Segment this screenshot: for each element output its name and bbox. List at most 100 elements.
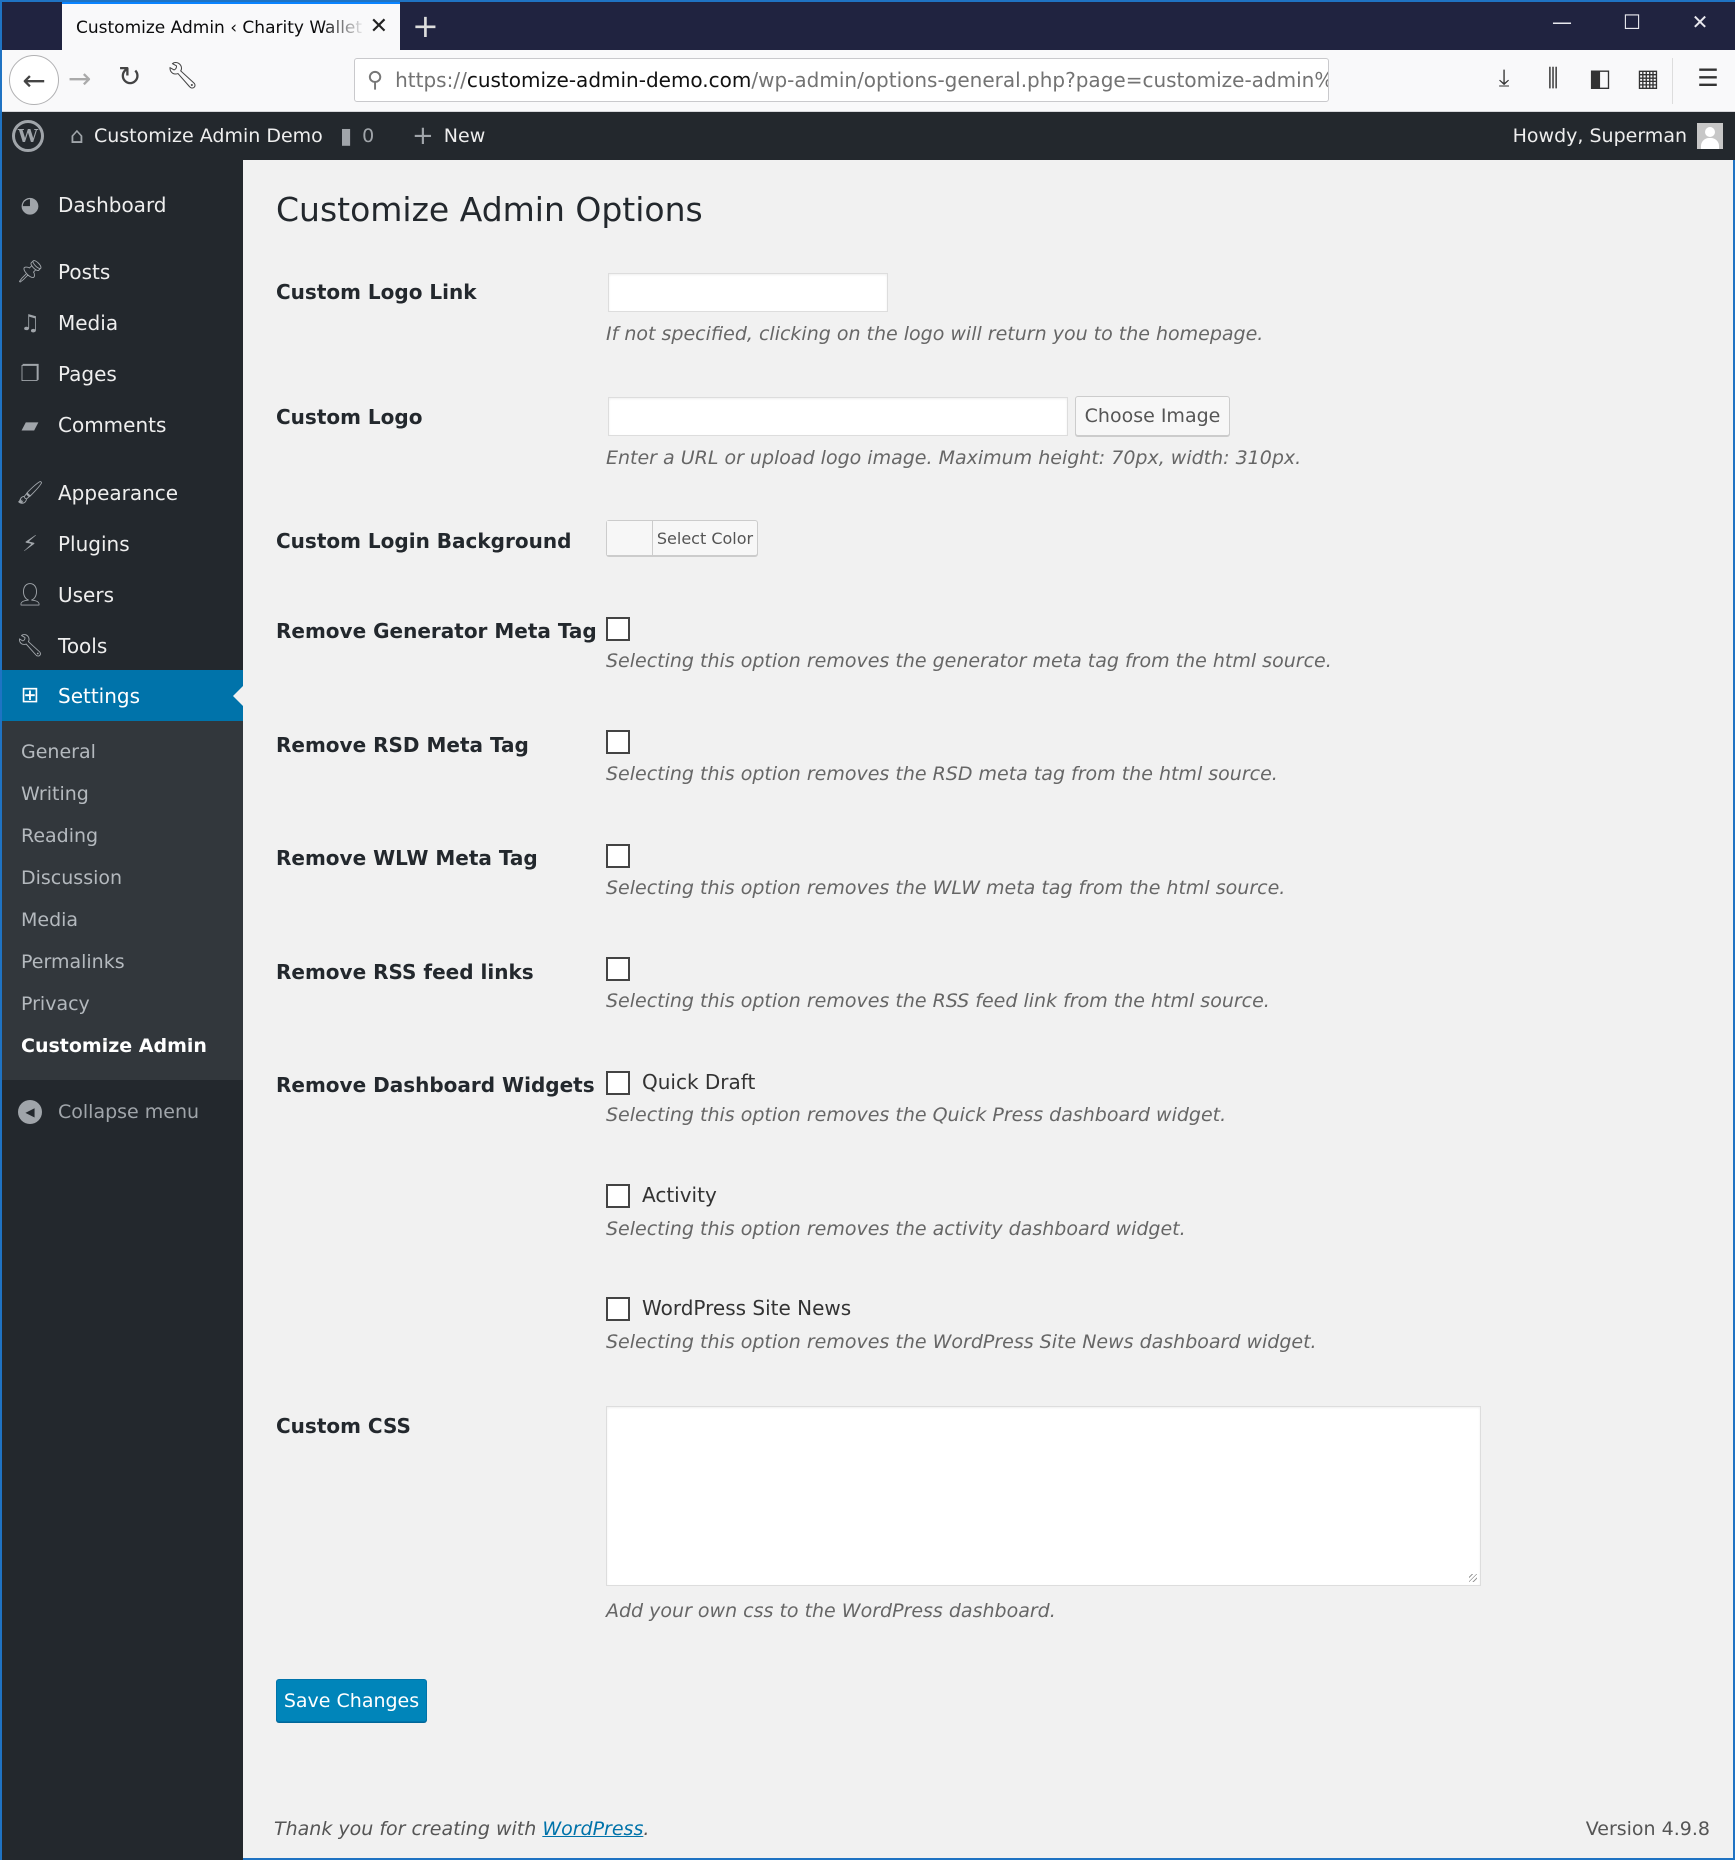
collapse-icon: ◀ (18, 1100, 42, 1124)
arrow-right-icon: → (68, 62, 92, 95)
tools-button[interactable]: 🔧︎ (166, 61, 199, 91)
settings-submenu: General Writing Reading Discussion Media… (2, 721, 243, 1080)
wordpress-link[interactable]: WordPress (542, 1818, 643, 1840)
activity-label[interactable]: Activity (642, 1183, 717, 1207)
wlw-label: Remove WLW Meta Tag (276, 846, 538, 870)
version-text: Version 4.9.8 (1585, 1818, 1710, 1840)
plus-icon: + (412, 121, 434, 151)
collapse-label: Collapse menu (58, 1101, 200, 1123)
quick-draft-checkbox[interactable] (606, 1071, 630, 1095)
avatar (1697, 123, 1723, 149)
maximize-button[interactable]: ☐ (1602, 10, 1662, 34)
dashboard-widgets-label: Remove Dashboard Widgets (276, 1073, 595, 1097)
forward-button[interactable]: → (68, 62, 91, 95)
sidebar-item-label: Settings (58, 683, 141, 708)
admin-sidebar: ◕ Dashboard 📌︎ Posts ♫ Media ❐ Pages ▰ C… (2, 160, 243, 1860)
new-tab-button[interactable]: + (412, 8, 439, 44)
sidebar-item-label: Pages (58, 362, 117, 386)
site-news-label[interactable]: WordPress Site News (642, 1296, 851, 1320)
url-bar[interactable]: ⚲ https://customize-admin-demo.com/wp-ad… (354, 58, 1329, 102)
sidebar-item-plugins[interactable]: ⚡︎ Plugins (2, 520, 243, 568)
sidebar-item-appearance[interactable]: 🖌︎ Appearance (2, 469, 243, 517)
sidebar-item-label: Appearance (58, 481, 179, 505)
new-content-link[interactable]: + New (412, 112, 485, 160)
submenu-item-writing[interactable]: Writing (21, 783, 89, 805)
custom-css-description: Add your own css to the WordPress dashbo… (606, 1600, 1056, 1622)
sidebar-item-label: Tools (58, 634, 108, 658)
generator-label: Remove Generator Meta Tag (276, 619, 597, 643)
wrench-icon: 🔧︎ (166, 61, 200, 91)
collapse-menu-button[interactable]: ◀ Collapse menu (2, 1090, 243, 1134)
rss-description: Selecting this option removes the RSS fe… (606, 990, 1270, 1012)
quick-draft-description: Selecting this option removes the Quick … (606, 1104, 1227, 1126)
close-window-button[interactable]: ✕ (1670, 10, 1730, 34)
sidebar-item-label: Dashboard (58, 193, 167, 217)
sidebar-item-posts[interactable]: 📌︎ Posts (2, 248, 243, 296)
download-icon[interactable]: ⤓ (1487, 64, 1521, 92)
submenu-item-general[interactable]: General (21, 741, 96, 763)
comment-icon: ▰ (21, 412, 39, 438)
activity-checkbox[interactable] (606, 1184, 630, 1208)
submenu-item-media[interactable]: Media (21, 909, 78, 931)
sidebar-item-label: Media (58, 311, 119, 335)
generator-checkbox[interactable] (606, 617, 630, 641)
submenu-item-discussion[interactable]: Discussion (21, 867, 122, 889)
select-color-label: Select Color (656, 528, 754, 548)
sidebar-item-settings[interactable]: ⊞ Settings (2, 670, 243, 721)
sidebar-item-users[interactable]: 👤︎ Users (2, 571, 243, 619)
save-changes-button[interactable]: Save Changes (276, 1679, 427, 1722)
submenu-item-privacy[interactable]: Privacy (21, 993, 90, 1015)
user-icon: 👤︎ (16, 582, 44, 608)
wp-logo-menu[interactable]: W (12, 112, 44, 160)
custom-css-textarea[interactable] (606, 1406, 1481, 1586)
sidebar-item-tools[interactable]: 🔧︎ Tools (2, 622, 243, 670)
page-title: Customize Admin Options (276, 190, 703, 229)
submenu-item-customize-admin[interactable]: Customize Admin (21, 1035, 207, 1057)
sidebar-item-pages[interactable]: ❐ Pages (2, 350, 243, 398)
sidebar-item-dashboard[interactable]: ◕ Dashboard (2, 181, 243, 229)
minimize-button[interactable]: — (1532, 10, 1592, 34)
submenu-item-permalinks[interactable]: Permalinks (21, 951, 125, 973)
resize-handle-icon[interactable] (1469, 1574, 1477, 1582)
rss-checkbox[interactable] (606, 957, 630, 981)
extensions-icon[interactable]: ▦ (1631, 64, 1665, 92)
comment-icon: ▮ (340, 123, 353, 149)
search-icon: ⚲ (367, 67, 384, 93)
hamburger-menu-icon[interactable]: ☰ (1691, 64, 1725, 92)
logo-url-input[interactable] (608, 397, 1068, 436)
rsd-label: Remove RSD Meta Tag (276, 733, 529, 757)
logo-link-input[interactable] (608, 273, 888, 312)
site-news-checkbox[interactable] (606, 1297, 630, 1321)
sidebar-item-label: Posts (58, 260, 111, 284)
sidebar-item-comments[interactable]: ▰ Comments (2, 401, 243, 449)
sidebar-item-media[interactable]: ♫ Media (2, 299, 243, 347)
main-content: Customize Admin Options Custom Logo Link… (243, 160, 1735, 1858)
select-color-button[interactable]: Select Color (606, 520, 758, 556)
site-name-link[interactable]: ⌂ Customize Admin Demo (70, 112, 323, 160)
new-label: New (443, 125, 486, 147)
generator-description: Selecting this option removes the genera… (606, 650, 1332, 672)
submenu-item-reading[interactable]: Reading (21, 825, 98, 847)
quick-draft-label[interactable]: Quick Draft (642, 1070, 755, 1094)
sidebar-toggle-icon[interactable]: ◧ (1583, 64, 1617, 92)
comments-link[interactable]: ▮ 0 (340, 112, 374, 160)
logo-link-description: If not specified, clicking on the logo w… (606, 323, 1264, 345)
close-tab-icon[interactable]: ✕ (370, 16, 388, 38)
toolbar-divider (1672, 58, 1673, 104)
title-bar: Customize Admin ‹ Charity Wallet — WordP… (2, 0, 1735, 52)
sidebar-item-label: Comments (58, 413, 167, 437)
url-path: /wp-admin/options-general.php?page=custo… (751, 68, 1329, 92)
rsd-checkbox[interactable] (606, 730, 630, 754)
library-icon[interactable]: ⫼ (1536, 64, 1570, 92)
wlw-checkbox[interactable] (606, 844, 630, 868)
back-button[interactable]: ← (9, 55, 59, 105)
browser-tab[interactable]: Customize Admin ‹ Charity Wallet — WordP… (62, 2, 400, 52)
site-news-description: Selecting this option removes the WordPr… (606, 1331, 1317, 1353)
login-background-label: Custom Login Background (276, 529, 572, 553)
greeting: Howdy, Superman (1512, 125, 1687, 147)
footer-thanks-text: Thank you for creating with (274, 1818, 543, 1840)
my-account-menu[interactable]: Howdy, Superman (1513, 112, 1723, 160)
choose-image-button[interactable]: Choose Image (1075, 396, 1230, 436)
footer-thanks: Thank you for creating with WordPress. (274, 1818, 649, 1840)
reload-button[interactable]: ↻ (118, 60, 141, 93)
